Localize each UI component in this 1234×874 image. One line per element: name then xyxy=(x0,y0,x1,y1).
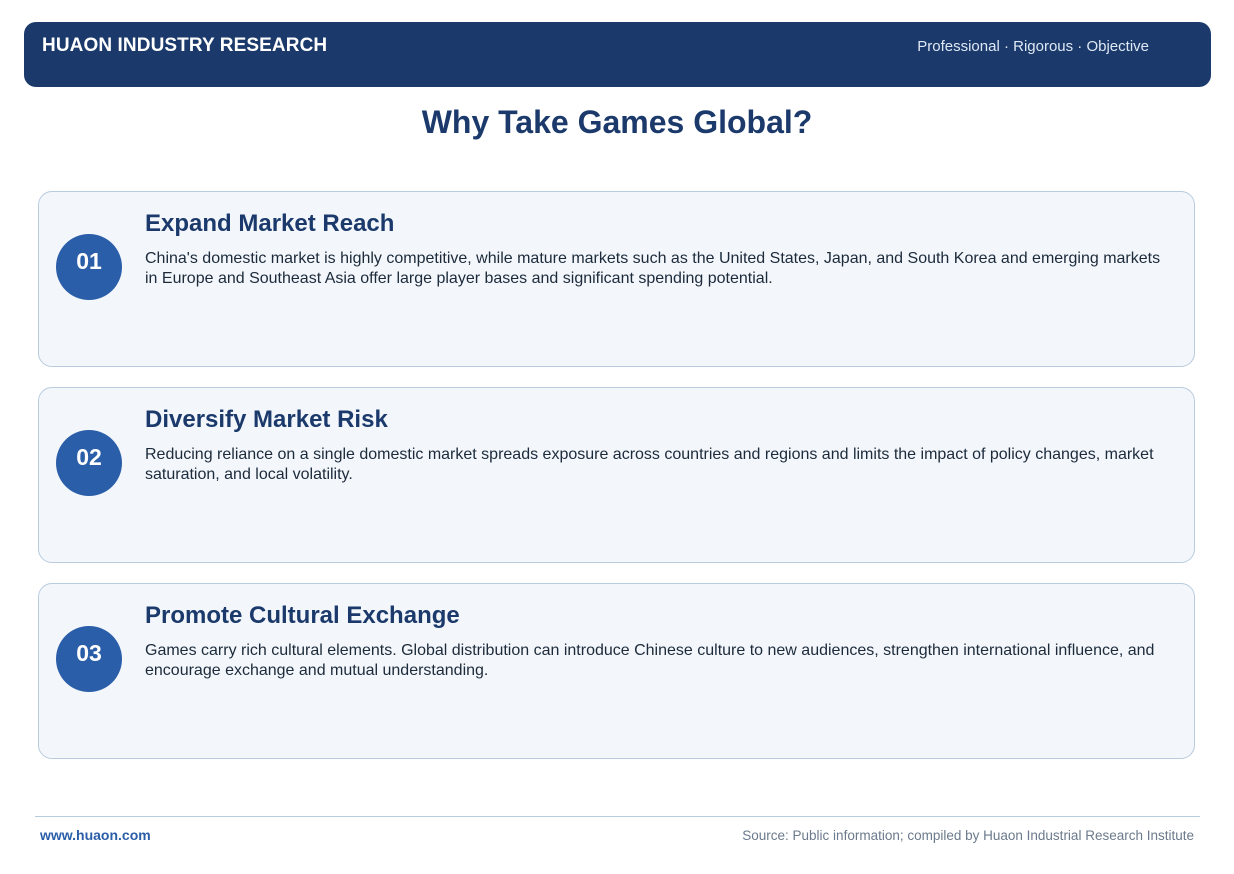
reason-card-diversify-market-risk: 02 Diversify Market Risk Reducing relian… xyxy=(38,387,1195,563)
reason-card-expand-market-reach: 01 Expand Market Reach China's domestic … xyxy=(38,191,1195,367)
card-number-badge: 01 xyxy=(56,234,122,300)
card-title: Promote Cultural Exchange xyxy=(145,602,460,629)
header-bar: HUAON INDUSTRY RESEARCH Professional · R… xyxy=(24,22,1211,87)
reason-card-promote-cultural-exchange: 03 Promote Cultural Exchange Games carry… xyxy=(38,583,1195,759)
card-number-badge: 02 xyxy=(56,430,122,496)
card-number-badge: 03 xyxy=(56,626,122,692)
card-title: Expand Market Reach xyxy=(145,210,395,237)
card-description: China's domestic market is highly compet… xyxy=(145,250,1161,287)
card-title: Diversify Market Risk xyxy=(145,406,388,433)
brand-name: HUAON INDUSTRY RESEARCH xyxy=(42,35,328,56)
footer-divider xyxy=(35,816,1200,817)
footer-source-note: Source: Public information; compiled by … xyxy=(742,828,1194,843)
card-description: Games carry rich cultural elements. Glob… xyxy=(145,642,1155,679)
footer-website-link[interactable]: www.huaon.com xyxy=(40,827,151,843)
card-description: Reducing reliance on a single domestic m… xyxy=(145,446,1154,483)
tagline: Professional · Rigorous · Objective xyxy=(917,38,1149,55)
page-title: Why Take Games Global? xyxy=(421,104,813,140)
